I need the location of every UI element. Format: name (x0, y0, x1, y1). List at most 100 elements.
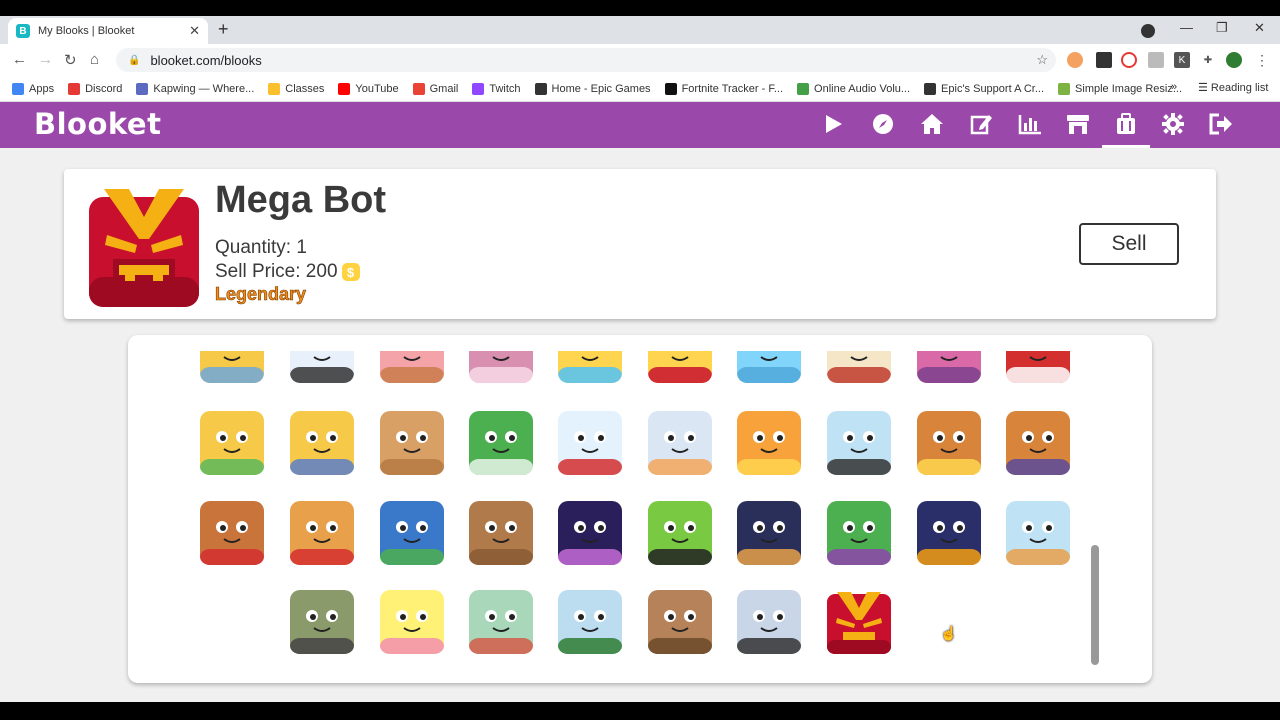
puzzle-icon[interactable]: ✚ (1200, 52, 1216, 68)
reading-list-button[interactable]: ☰ Reading list (1198, 81, 1268, 94)
blooket-logo[interactable]: Blooket (34, 107, 161, 141)
bookmark-item[interactable]: Kapwing — Where... (136, 82, 255, 95)
mega-bot-blook[interactable] (827, 590, 891, 654)
lock-icon: 🔒 (128, 54, 141, 66)
pizza-blook[interactable] (290, 501, 354, 565)
home-icon[interactable] (919, 111, 945, 137)
lil-bot-blook[interactable] (1006, 501, 1070, 565)
bookmark-item[interactable]: Classes (268, 82, 324, 95)
minimize-icon[interactable]: — (1180, 20, 1193, 35)
watson-blook[interactable] (558, 590, 622, 654)
sell-button[interactable]: Sell (1079, 223, 1179, 265)
box-blook[interactable] (469, 351, 533, 383)
meteor-blook[interactable] (469, 501, 533, 565)
browser-tab[interactable]: B My Blooks | Blooket ✕ (8, 18, 208, 44)
logout-icon[interactable] (1208, 111, 1234, 137)
king-blook[interactable] (290, 411, 354, 475)
earth-blook[interactable] (380, 501, 444, 565)
browser-tab-strip: B My Blooks | Blooket ✕ + — ❐ ✕ (0, 16, 1280, 44)
bookmark-label: Kapwing — Where... (153, 82, 255, 95)
extension-3-icon[interactable] (1121, 52, 1137, 68)
ufo-blook[interactable] (827, 501, 891, 565)
avatar[interactable] (1226, 52, 1242, 68)
blooks-icon[interactable] (1113, 111, 1139, 137)
extension-2-icon[interactable] (1096, 52, 1112, 68)
bookmark-item[interactable]: YouTube (338, 82, 399, 95)
waffle-blook[interactable] (917, 411, 981, 475)
extension-5-icon[interactable]: K (1174, 52, 1190, 68)
reload-icon[interactable]: ↻ (64, 51, 77, 69)
profile-menu-icon[interactable] (1141, 24, 1155, 38)
bookmark-item[interactable]: Home - Epic Games (534, 82, 651, 95)
bookmark-label: Gmail (429, 82, 459, 95)
bookmark-item[interactable]: Online Audio Volu... (797, 82, 911, 95)
play-icon[interactable] (820, 111, 846, 137)
market-icon[interactable] (1065, 111, 1091, 137)
bookmark-item[interactable]: Simple Image Resiz... (1058, 82, 1182, 95)
extension-1-icon[interactable] (1067, 52, 1083, 68)
blooket-page: Blooket Mega Bot Quantity: 1 Sell Price:… (0, 102, 1280, 702)
compass-icon[interactable] (870, 111, 896, 137)
bookmark-item[interactable]: Gmail (412, 82, 459, 95)
orange-juice-blook[interactable] (737, 411, 801, 475)
bookmark-item[interactable]: Discord (68, 82, 122, 95)
yogurt-blook[interactable] (558, 411, 622, 475)
pancakes-blook[interactable] (1006, 411, 1070, 475)
bookmark-item[interactable]: Twitch (472, 82, 521, 95)
toast-blook[interactable] (380, 411, 444, 475)
stats-icon[interactable] (1017, 111, 1043, 137)
edit-icon[interactable] (968, 111, 994, 137)
bookmark-item[interactable]: Epic's Support A Cr... (924, 82, 1044, 95)
planet-blook[interactable] (737, 501, 801, 565)
bear-blook[interactable] (200, 351, 264, 383)
kebab-menu-icon[interactable]: ⋮ (1254, 52, 1270, 68)
bookmark-label: Online Audio Volu... (814, 82, 911, 95)
bookmark-favicon-icon (268, 82, 281, 95)
bookmark-favicon-icon (472, 82, 485, 95)
cereal-blook[interactable] (469, 411, 533, 475)
grid-scrollbar[interactable] (1091, 545, 1099, 665)
bookmark-star-icon[interactable]: ☆ (1036, 52, 1048, 68)
restore-icon[interactable]: ❐ (1216, 20, 1228, 36)
cake-blook[interactable] (380, 351, 444, 383)
screen-bottom-bar (0, 702, 1280, 720)
browser-toolbar: ← → ↻ ⌂ 🔒 blooket.com/blooks ☆ K ✚ ⋮ (0, 44, 1280, 76)
happy-bot-blook[interactable] (469, 590, 533, 654)
bookmarks-overflow-icon[interactable]: » (1171, 81, 1177, 93)
bookmark-item[interactable]: Fortnite Tracker - F... (664, 82, 783, 95)
alien-blook[interactable] (648, 501, 712, 565)
angry-bot-blook[interactable] (380, 590, 444, 654)
milk-blook[interactable] (827, 411, 891, 475)
brainy-bot-blook[interactable] (737, 590, 801, 654)
french-toast-blook[interactable] (200, 501, 264, 565)
teapot-blook[interactable] (737, 351, 801, 383)
mushroom-blook[interactable] (1006, 351, 1070, 383)
forward-icon[interactable]: → (38, 51, 53, 68)
breakfast-blook[interactable] (648, 411, 712, 475)
blook-rarity: Legendary (215, 284, 307, 305)
buddy-bot-blook[interactable] (648, 590, 712, 654)
pirate-blook[interactable] (200, 411, 264, 475)
bookmark-favicon-icon (412, 82, 425, 95)
address-bar[interactable]: 🔒 blooket.com/blooks ☆ (116, 48, 1056, 72)
owl-blook[interactable] (827, 351, 891, 383)
cat-blook[interactable] (558, 351, 622, 383)
blook-quantity: Quantity: 1 (215, 237, 307, 258)
back-icon[interactable]: ← (12, 51, 27, 68)
home-browser-icon[interactable]: ⌂ (90, 51, 99, 68)
bookmark-item[interactable]: Apps (12, 82, 54, 95)
cheshire-blook[interactable] (917, 351, 981, 383)
settings-icon[interactable] (1160, 111, 1186, 137)
extension-4-icon[interactable] (1148, 52, 1164, 68)
red-blook[interactable] (648, 351, 712, 383)
card-blook[interactable] (290, 351, 354, 383)
window-close-icon[interactable]: ✕ (1254, 20, 1265, 36)
new-tab-icon[interactable]: + (218, 19, 229, 40)
bookmark-favicon-icon (136, 82, 149, 95)
lovely-bot-blook[interactable] (290, 590, 354, 654)
spaceship-blook[interactable] (917, 501, 981, 565)
bookmark-favicon-icon (1058, 82, 1071, 95)
url-text: blooket.com/blooks (150, 52, 262, 68)
tab-close-icon[interactable]: ✕ (189, 23, 200, 39)
stars-blook[interactable] (558, 501, 622, 565)
